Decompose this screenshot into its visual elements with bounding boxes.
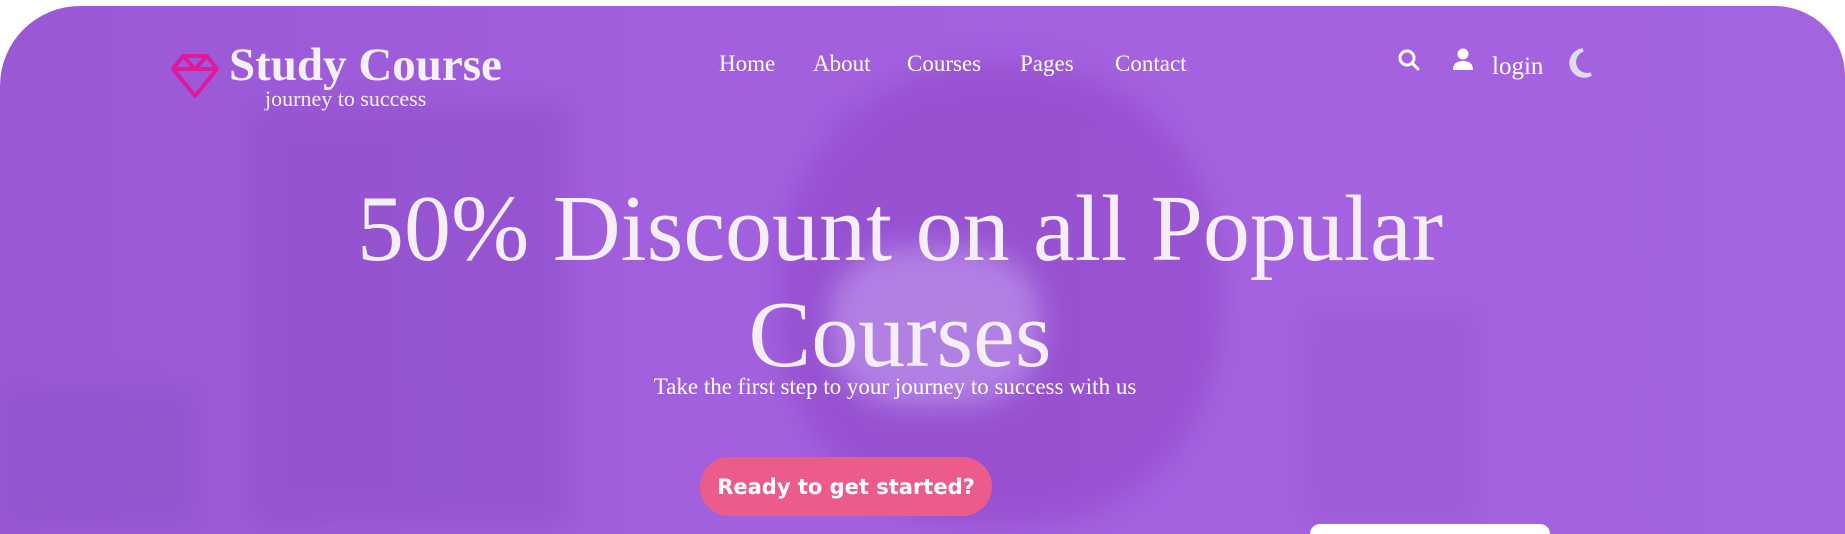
nav-courses[interactable]: Courses [907,51,981,77]
nav-about[interactable]: About [813,51,871,77]
brand-name[interactable]: Study Course [229,38,502,92]
diamond-logo-icon [171,54,219,98]
user-icon[interactable] [1452,47,1474,71]
bottom-wave [1310,524,1550,534]
hero-subtitle: Take the first step to your journey to s… [653,374,1137,399]
hero-section: Study Course journey to success Home Abo… [0,6,1845,534]
get-started-button[interactable]: Ready to get started? [700,457,992,516]
bg-plant [0,386,200,526]
nav-contact[interactable]: Contact [1115,51,1187,77]
nav-home[interactable]: Home [719,51,775,77]
moon-icon[interactable] [1567,48,1593,78]
nav-pages[interactable]: Pages [1020,51,1074,77]
search-icon[interactable] [1397,48,1421,72]
login-link[interactable]: login [1492,53,1543,81]
brand-tagline: journey to success [265,86,427,111]
hero-title: 50% Discount on all Popular Courses [356,177,1444,387]
